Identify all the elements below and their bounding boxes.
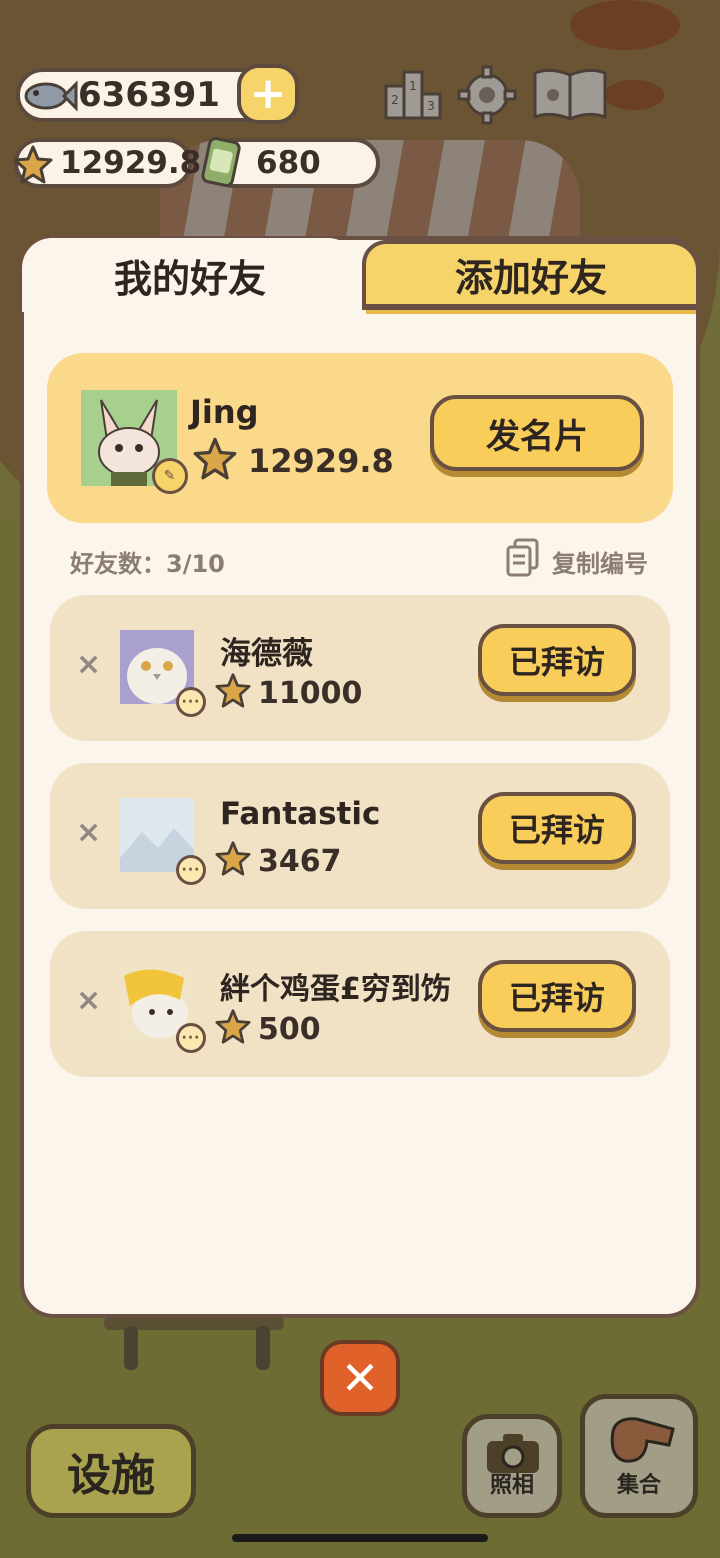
visited-button[interactable]: 已拜访: [478, 624, 636, 696]
friend-name: 絆个鸡蛋£穷到饬: [220, 972, 451, 1007]
more-options-icon[interactable]: ···: [176, 1023, 206, 1053]
send-card-button[interactable]: 发名片: [430, 395, 644, 471]
plus-icon: +: [249, 68, 287, 119]
friend-score: 11000: [258, 676, 363, 711]
friend-name: 海德薇: [220, 636, 313, 672]
book-icon[interactable]: [530, 64, 610, 126]
photo-label: 照相: [489, 1473, 534, 1498]
friend-score: 500: [258, 1012, 321, 1047]
my-score: 12929.8: [248, 442, 394, 480]
star-icon: [12, 144, 54, 184]
whistle-icon: [607, 1411, 679, 1471]
gather-button[interactable]: 集合: [580, 1394, 698, 1518]
can-count: 680: [256, 145, 321, 181]
star-count: 12929.8: [60, 145, 202, 181]
svg-text:2: 2: [391, 93, 399, 107]
tab-add-friend[interactable]: 添加好友: [362, 240, 700, 314]
remove-friend-icon[interactable]: ×: [76, 815, 101, 850]
star-icon: [214, 840, 252, 876]
star-icon: [214, 672, 252, 708]
friend-name: Fantastic: [220, 796, 381, 832]
more-options-icon[interactable]: ···: [176, 687, 206, 717]
visited-button[interactable]: 已拜访: [478, 960, 636, 1032]
svg-text:1: 1: [409, 79, 417, 93]
close-icon: ✕: [340, 1351, 380, 1405]
more-options-icon[interactable]: ···: [176, 855, 206, 885]
tab-my-friends[interactable]: 我的好友: [22, 238, 358, 312]
edit-badge-icon[interactable]: ✎: [152, 458, 188, 494]
ranking-icon[interactable]: 12 3: [382, 66, 444, 122]
friend-count: 好友数：3/10: [70, 550, 225, 578]
fish-count: 636391: [78, 75, 220, 115]
remove-friend-icon[interactable]: ×: [76, 983, 101, 1018]
facility-button[interactable]: 设施: [26, 1424, 196, 1518]
friend-score: 3467: [258, 844, 342, 879]
copy-icon[interactable]: [504, 538, 542, 578]
add-fish-button[interactable]: +: [237, 64, 299, 124]
gear-icon[interactable]: [456, 64, 518, 126]
photo-button[interactable]: 照相: [462, 1414, 562, 1518]
star-icon: [214, 1008, 252, 1044]
svg-text:3: 3: [427, 99, 435, 113]
fish-icon: [22, 74, 78, 118]
can-currency-display: 680: [201, 136, 380, 188]
close-button[interactable]: ✕: [320, 1340, 400, 1416]
remove-friend-icon[interactable]: ×: [76, 647, 101, 682]
my-name: Jing: [190, 393, 259, 431]
star-icon: [192, 436, 238, 480]
gather-label: 集合: [616, 1473, 661, 1498]
visited-button[interactable]: 已拜访: [478, 792, 636, 864]
star-currency-display: 12929.8: [12, 138, 201, 188]
copy-id-button[interactable]: 复制编号: [552, 544, 648, 579]
home-indicator: [232, 1534, 488, 1542]
can-icon: [198, 134, 244, 190]
